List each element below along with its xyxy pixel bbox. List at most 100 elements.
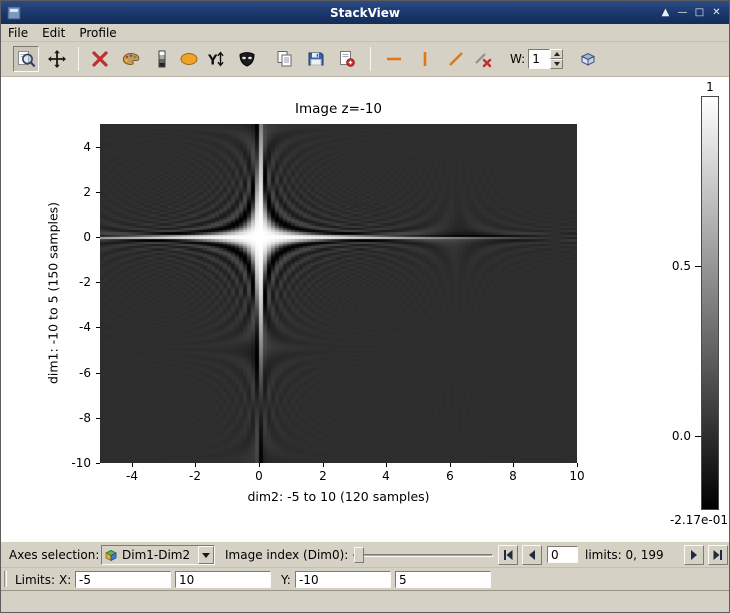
- axes-selection-label: Axes selection:: [9, 548, 99, 562]
- y-tick-label: 4: [83, 140, 91, 154]
- plot-title: Image z=-10: [100, 101, 577, 117]
- mask-icon: [237, 49, 257, 69]
- frame-slider[interactable]: [353, 546, 493, 564]
- window-title: StackView: [330, 6, 400, 20]
- profile-3d-button[interactable]: [575, 46, 601, 72]
- y-limits-label: Y:: [281, 573, 291, 587]
- profile-width-label: W:: [510, 52, 525, 66]
- spin-down-button[interactable]: [550, 59, 563, 69]
- profile-line-button[interactable]: [443, 46, 469, 72]
- axes-selection-value: Dim1-Dim2: [118, 548, 198, 562]
- colorbar-button[interactable]: [149, 46, 175, 72]
- colorbar-max-label: 1: [701, 80, 719, 94]
- profile-vertical-button[interactable]: [412, 46, 438, 72]
- save-button[interactable]: [303, 46, 329, 72]
- spin-up-button[interactable]: [550, 49, 563, 59]
- invert-y-axis-button[interactable]: Y: [203, 46, 229, 72]
- toolbar: Y: [1, 42, 729, 77]
- zoom-mode-button[interactable]: [13, 46, 39, 72]
- print-button[interactable]: [334, 46, 360, 72]
- magnifier-icon: [16, 49, 36, 69]
- print-icon: [337, 49, 357, 69]
- shade-button[interactable]: ▲: [657, 4, 674, 21]
- colorbar-gradient[interactable]: [701, 96, 719, 510]
- horizontal-line-icon: [384, 49, 404, 69]
- y-tick-label: -6: [79, 366, 91, 380]
- y-tick-mark: [96, 327, 100, 328]
- x-tick-label: 2: [319, 469, 327, 483]
- slider-groove[interactable]: [353, 554, 493, 557]
- y-axis-label: dim1: -10 to 5 (150 samples): [46, 202, 61, 384]
- x-axis: -4-20246810: [100, 463, 577, 489]
- x-tick-mark: [513, 463, 514, 467]
- x-tick-mark: [577, 463, 578, 467]
- plot-area: Image z=-10 -4-20246810 420-2-4-6-8-10 d…: [1, 77, 730, 541]
- titlebar[interactable]: StackView ▲ — □ ✕: [1, 1, 729, 24]
- previous-frame-button[interactable]: [522, 545, 542, 565]
- skip-to-start-icon: [503, 549, 513, 561]
- y-max-input[interactable]: [395, 571, 491, 588]
- y-tick-mark: [96, 418, 100, 419]
- y-tick-mark: [96, 147, 100, 148]
- save-icon: [306, 49, 326, 69]
- profile-horizontal-button[interactable]: [381, 46, 407, 72]
- profile-clear-button[interactable]: [470, 46, 496, 72]
- palette-icon: [121, 49, 141, 69]
- axes-selection-combo[interactable]: Dim1-Dim2: [101, 545, 215, 565]
- x-tick-label: 6: [446, 469, 454, 483]
- next-frame-button[interactable]: [684, 545, 704, 565]
- pan-mode-button[interactable]: [44, 46, 70, 72]
- arrow-right-icon: [689, 549, 699, 561]
- clear-profile-icon: [473, 49, 493, 69]
- profile-width-spinbox[interactable]: [528, 49, 563, 69]
- x-tick-mark: [323, 463, 324, 467]
- x-tick-label: 10: [569, 469, 584, 483]
- y-tick-label: -8: [79, 411, 91, 425]
- x-max-input[interactable]: [175, 571, 271, 588]
- reset-zoom-button[interactable]: [87, 46, 113, 72]
- toolbar-grip[interactable]: [4, 571, 7, 587]
- first-frame-button[interactable]: [498, 545, 518, 565]
- copy-icon: [275, 49, 295, 69]
- roi-button[interactable]: [176, 46, 202, 72]
- colormap-button[interactable]: [118, 46, 144, 72]
- diagonal-line-icon: [446, 49, 466, 69]
- colorbar-icon: [152, 49, 172, 69]
- y-tick-label: 0: [83, 230, 91, 244]
- maximize-button[interactable]: □: [691, 4, 708, 21]
- heatmap-image[interactable]: [100, 124, 577, 463]
- limits-toolbar: Limits: X: Y:: [1, 567, 729, 590]
- menu-item-profile[interactable]: Profile: [72, 25, 123, 41]
- y-tick-mark: [96, 192, 100, 193]
- menu-item-edit[interactable]: Edit: [35, 25, 72, 41]
- last-frame-button[interactable]: [708, 545, 728, 565]
- ellipse-icon: [179, 49, 199, 69]
- menu-item-file[interactable]: File: [1, 25, 35, 41]
- combo-dropdown-button[interactable]: [198, 546, 214, 564]
- y-min-input[interactable]: [295, 571, 391, 588]
- copy-button[interactable]: [272, 46, 298, 72]
- y-tick-label: -2: [79, 275, 91, 289]
- y-tick-mark: [96, 463, 100, 464]
- colorbar-ticks: 0.50.0: [651, 96, 701, 510]
- pan-arrows-icon: [47, 49, 67, 69]
- profile-width-input[interactable]: [528, 49, 550, 69]
- close-button[interactable]: ✕: [708, 4, 725, 21]
- image-index-label: Image index (Dim0):: [225, 548, 348, 562]
- window-controls: ▲ — □ ✕: [657, 4, 725, 21]
- svg-text:Y: Y: [207, 54, 218, 69]
- y-tick-label: -4: [79, 320, 91, 334]
- arrow-left-icon: [527, 549, 537, 561]
- y-tick-label: 2: [83, 185, 91, 199]
- x-tick-mark: [195, 463, 196, 467]
- x-tick-label: 0: [255, 469, 263, 483]
- x-limits-label: X:: [59, 573, 71, 587]
- chevron-up-icon: [554, 52, 560, 56]
- x-min-input[interactable]: [75, 571, 171, 588]
- minimize-button[interactable]: —: [674, 4, 691, 21]
- mask-tools-button[interactable]: [234, 46, 260, 72]
- frame-index-input[interactable]: [547, 546, 578, 563]
- stackview-window: StackView ▲ — □ ✕ File Edit Profile: [0, 0, 730, 613]
- limits-label: Limits:: [15, 573, 55, 587]
- slider-handle[interactable]: [354, 547, 364, 563]
